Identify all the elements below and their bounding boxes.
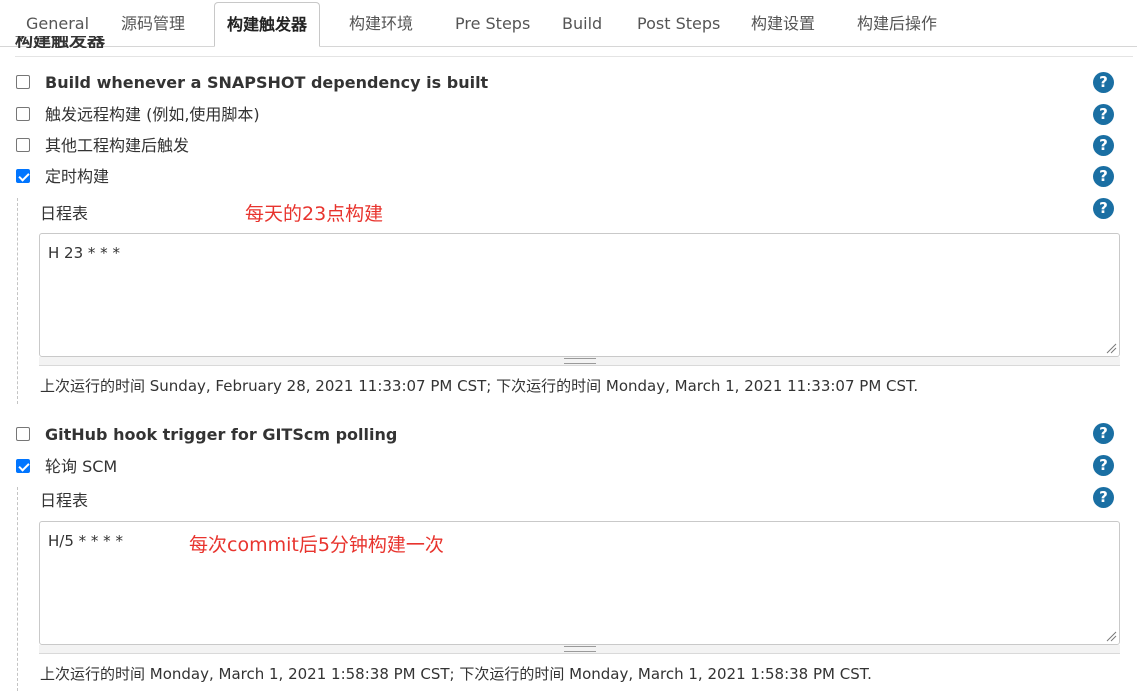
help-icon[interactable]: ? xyxy=(1093,72,1114,93)
timer-annotation: 每天的23点构建 xyxy=(245,203,384,225)
nested-indent-line xyxy=(17,198,18,404)
github-hook-checkbox[interactable] xyxy=(16,427,30,441)
after-other-projects-checkbox[interactable] xyxy=(16,138,30,152)
section-title: 构建触发器 xyxy=(15,36,105,48)
remote-build-checkbox[interactable] xyxy=(16,107,30,121)
poll-scm-checkbox[interactable] xyxy=(16,459,30,473)
timer-checkbox[interactable] xyxy=(16,169,30,183)
resize-handle-icon[interactable] xyxy=(1105,342,1117,354)
trigger-label: 触发远程构建 (例如,使用脚本) xyxy=(45,105,260,124)
poll-scm-run-info: 上次运行的时间 Monday, March 1, 2021 1:58:38 PM… xyxy=(40,665,872,683)
poll-scm-textarea-grip[interactable] xyxy=(39,645,1120,654)
tab-source-management[interactable]: 源码管理 xyxy=(121,0,185,46)
config-tab-bar: General 源码管理 构建触发器 构建环境 Pre Steps Build … xyxy=(0,0,1137,47)
tab-pre-steps[interactable]: Pre Steps xyxy=(455,0,530,46)
help-icon[interactable]: ? xyxy=(1093,166,1114,187)
help-icon[interactable]: ? xyxy=(1093,198,1114,219)
tab-build[interactable]: Build xyxy=(562,0,602,46)
section-heading: 构建触发器 xyxy=(15,36,105,48)
timer-schedule-input[interactable]: H 23 * * * xyxy=(39,233,1120,357)
poll-scm-annotation: 每次commit后5分钟构建一次 xyxy=(189,534,444,556)
timer-run-info: 上次运行的时间 Sunday, February 28, 2021 11:33:… xyxy=(40,377,919,395)
help-icon[interactable]: ? xyxy=(1093,455,1114,476)
tab-post-build-actions[interactable]: 构建后操作 xyxy=(857,0,937,46)
snapshot-dependency-checkbox[interactable] xyxy=(16,75,30,89)
timer-textarea-grip[interactable] xyxy=(39,357,1120,366)
trigger-label: 定时构建 xyxy=(45,167,110,186)
tab-post-steps[interactable]: Post Steps xyxy=(637,0,720,46)
help-icon[interactable]: ? xyxy=(1093,487,1114,508)
trigger-label: 其他工程构建后触发 xyxy=(45,136,190,155)
trigger-label: 轮询 SCM xyxy=(45,457,118,476)
section-divider xyxy=(15,56,1133,57)
tab-build-settings[interactable]: 构建设置 xyxy=(751,0,815,46)
help-icon[interactable]: ? xyxy=(1093,104,1114,125)
help-icon[interactable]: ? xyxy=(1093,135,1114,156)
nested-indent-line xyxy=(17,487,18,691)
help-icon[interactable]: ? xyxy=(1093,423,1114,444)
poll-scm-schedule-label: 日程表 xyxy=(40,491,89,510)
tab-build-triggers[interactable]: 构建触发器 xyxy=(214,2,321,47)
timer-schedule-label: 日程表 xyxy=(40,204,89,223)
resize-handle-icon[interactable] xyxy=(1105,630,1117,642)
trigger-label: Build whenever a SNAPSHOT dependency is … xyxy=(45,73,489,92)
trigger-label: GitHub hook trigger for GITScm polling xyxy=(45,425,398,444)
tab-build-environment[interactable]: 构建环境 xyxy=(349,0,413,46)
